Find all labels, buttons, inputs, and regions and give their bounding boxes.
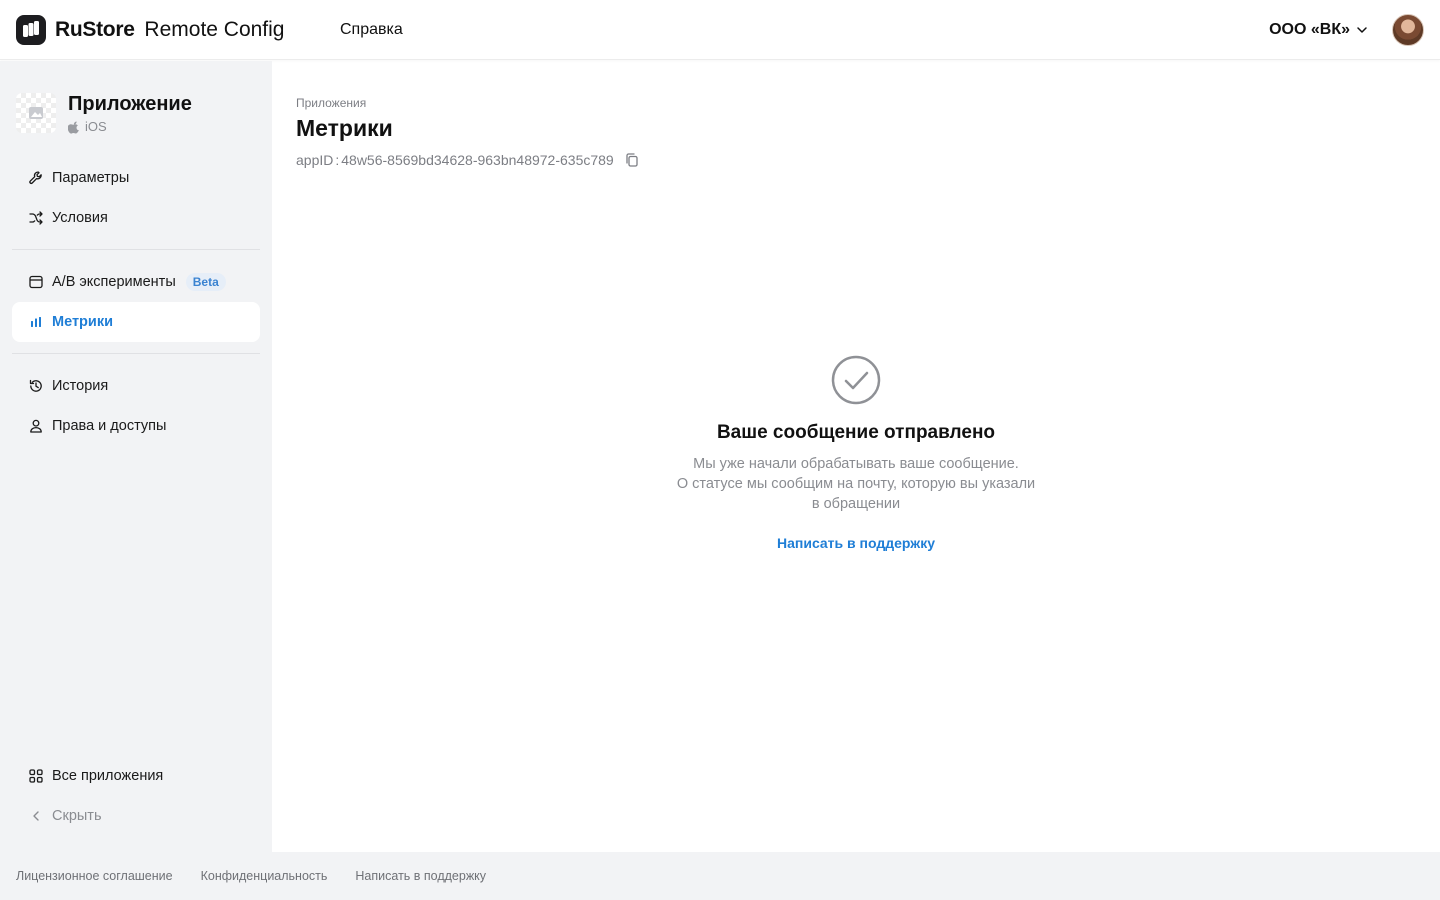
help-link[interactable]: Справка — [340, 20, 403, 40]
app-logo-text[interactable]: RuStore Remote Config — [55, 16, 285, 44]
sidebar-item-label: История — [52, 378, 109, 394]
app-platform-label: iOS — [85, 119, 107, 134]
success-line: в обращении — [811, 496, 901, 512]
footer-privacy-link[interactable]: Конфиденциальность — [201, 869, 328, 883]
check-circle-icon — [831, 355, 881, 405]
success-message: Ваше сообщение отправлено Мы уже начали … — [556, 354, 1156, 553]
shuffle-icon — [28, 210, 44, 226]
chevron-down-icon — [1357, 27, 1367, 33]
grid-icon — [28, 768, 44, 784]
sidebar-item-label: Все приложения — [52, 768, 164, 784]
app-thumbnail — [16, 93, 56, 133]
logo-brand: RuStore — [55, 18, 135, 41]
sidebar-divider — [12, 249, 260, 250]
wrench-icon — [28, 170, 44, 186]
footer-license-link[interactable]: Лицензионное соглашение — [16, 869, 173, 883]
success-title: Ваше сообщение отправлено — [716, 422, 996, 443]
sidebar-item-all-apps[interactable]: Все приложения — [12, 756, 260, 796]
sidebar-item-label: A/B эксперименты — [52, 274, 176, 290]
bar-chart-icon — [28, 314, 44, 330]
top-header: RuStore Remote Config Справка ООО «ВК» — [0, 0, 1440, 60]
app-card[interactable]: Приложение iOS — [16, 91, 256, 139]
footer-support-link[interactable]: Написать в поддержку — [355, 869, 486, 883]
app-id-row: appID : 48w56-8569bd34628-963bn48972-635… — [296, 151, 640, 169]
calendar-icon — [28, 274, 44, 290]
sidebar-item-history[interactable]: История — [12, 366, 260, 406]
sidebar-item-label: Метрики — [52, 314, 113, 330]
contact-support-link[interactable]: Написать в поддержку — [777, 534, 935, 552]
history-icon — [28, 378, 44, 394]
copy-icon[interactable] — [624, 152, 640, 168]
sidebar-item-label: Скрыть — [52, 808, 102, 824]
image-placeholder-icon — [29, 107, 43, 119]
logo-product: Remote Config — [144, 18, 285, 41]
user-icon — [28, 418, 44, 434]
app-id-separator: : — [335, 152, 340, 168]
sidebar: Приложение iOS Параметры Условия A/B экс… — [0, 61, 272, 852]
rustore-logo-icon[interactable] — [16, 15, 46, 45]
org-switcher[interactable]: ООО «ВК» — [1269, 20, 1368, 40]
apple-icon — [68, 121, 79, 134]
footer: Лицензионное соглашение Конфиденциальнос… — [0, 852, 1440, 900]
sidebar-item-ab-experiments[interactable]: A/B эксперименты Beta — [12, 262, 260, 302]
app-platform: iOS — [68, 119, 107, 135]
sidebar-item-label: Параметры — [52, 170, 130, 186]
app-name: Приложение — [68, 93, 192, 115]
sidebar-item-permissions[interactable]: Права и доступы — [12, 406, 260, 446]
sidebar-item-parameters[interactable]: Параметры — [12, 158, 260, 198]
beta-badge: Beta — [185, 273, 226, 291]
user-avatar[interactable] — [1392, 14, 1424, 46]
sidebar-collapse-button[interactable]: Скрыть — [12, 796, 260, 836]
breadcrumb[interactable]: Приложения — [296, 96, 366, 110]
sidebar-divider — [12, 353, 260, 354]
app-id-value: 48w56-8569bd34628-963bn48972-635c789 — [341, 152, 614, 168]
chevron-left-icon — [28, 808, 44, 824]
sidebar-item-metrics[interactable]: Метрики — [12, 302, 260, 342]
success-line: О статусе мы сообщим на почту, которую в… — [676, 476, 1036, 492]
sidebar-item-label: Условия — [52, 210, 108, 226]
app-id-label: appID — [296, 152, 334, 168]
org-label: ООО «ВК» — [1269, 21, 1350, 38]
success-description: Мы уже начали обрабатывать ваше сообщени… — [556, 454, 1156, 514]
page-title: Метрики — [296, 115, 393, 141]
sidebar-item-conditions[interactable]: Условия — [12, 198, 260, 238]
success-line: Мы уже начали обрабатывать ваше сообщени… — [693, 456, 1019, 472]
sidebar-item-label: Права и доступы — [52, 418, 167, 434]
